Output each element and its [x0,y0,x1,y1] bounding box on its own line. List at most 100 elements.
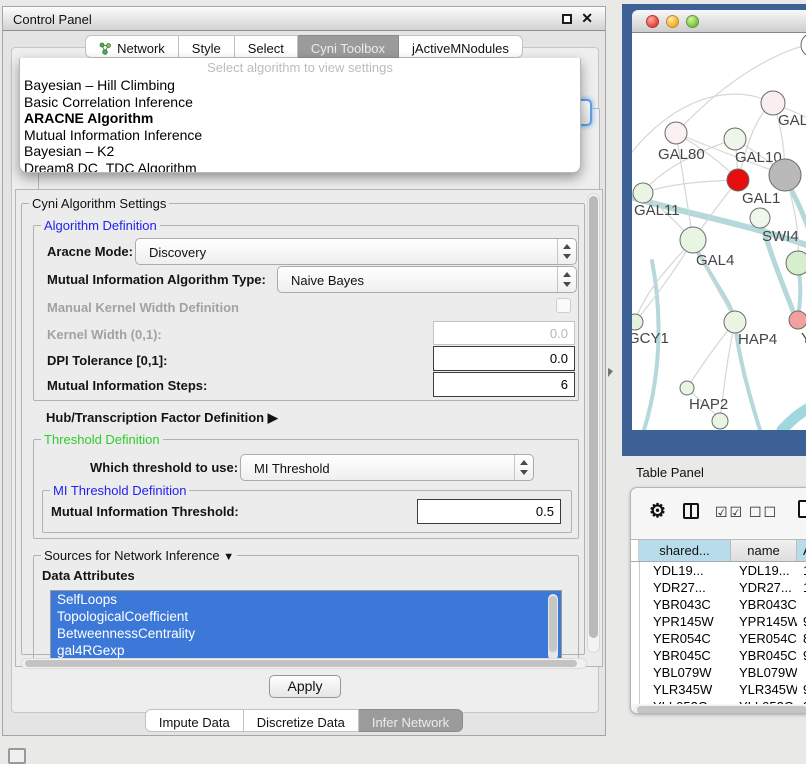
deselect-all-columns-icon[interactable]: ☐☐ [749,504,778,521]
network-node[interactable] [769,159,801,191]
kernel-width-field[interactable] [433,321,575,345]
column-header-name[interactable]: name [731,540,797,561]
attribute-list[interactable]: SelfLoopsTopologicalCoefficientBetweenne… [50,590,562,666]
network-node[interactable] [724,311,746,333]
aracne-mode-combo[interactable]: Discovery [135,238,577,265]
network-window-titlebar[interactable] [632,10,806,33]
close-panel-icon[interactable]: ✕ [581,10,593,27]
network-node[interactable] [680,381,694,395]
tab-infer-network[interactable]: Infer Network [359,709,463,732]
table-cell: YPR145W [639,613,731,630]
network-node[interactable] [724,128,746,150]
network-node[interactable] [665,122,687,144]
mi-type-combo[interactable]: Naive Bayes [277,266,577,293]
table-cell: YBR045C [731,647,797,664]
settings-vertical-scrollbar[interactable] [587,193,600,653]
mi-threshold-label: Mutual Information Threshold: [51,504,239,519]
table-row[interactable]: YLL052CYLL052C9. [631,698,806,704]
table-row[interactable]: YBR045CYBR045C9. [631,647,806,664]
gear-icon[interactable]: ⚙ [649,500,666,523]
tab-cyni-toolbox[interactable]: Cyni Toolbox [298,35,399,58]
network-node[interactable] [632,314,643,330]
new-table-icon[interactable] [798,500,806,518]
table-row[interactable]: YBR043CYBR043C [631,596,806,613]
dropdown-item[interactable]: Basic Correlation Inference [20,94,580,111]
table-cell [797,596,806,613]
network-node[interactable] [789,311,806,329]
network-node[interactable] [680,227,706,253]
tab-style[interactable]: Style [179,35,235,58]
tab-impute-data[interactable]: Impute Data [145,709,244,732]
scrollbar-thumb[interactable] [589,196,598,638]
column-header-shared-name[interactable]: shared... [639,540,731,561]
minimize-window-icon[interactable] [666,15,679,28]
network-node-label: GCY1 [632,330,669,347]
network-svg[interactable]: GALGAL80GAL10GAL1GAL11SWI4GAL4GCY1HAP4YH… [632,33,806,430]
network-node[interactable] [633,183,653,203]
dropdown-items: Bayesian – Hill ClimbingBasic Correlatio… [20,77,580,173]
table-cell [797,664,806,681]
table-row[interactable]: YBL079WYBL079W [631,664,806,681]
network-node-label: GAL4 [696,252,734,269]
mi-steps-field[interactable] [433,372,575,397]
network-window-frame: GALGAL80GAL10GAL1GAL11SWI4GAL4GCY1HAP4YH… [622,4,806,456]
network-node-label: GAL11 [634,202,680,219]
attribute-list-item[interactable]: SelfLoops [51,591,561,608]
network-node[interactable] [786,251,806,275]
network-node[interactable] [801,33,806,57]
apply-button[interactable]: Apply [269,675,341,698]
which-threshold-combo[interactable]: MI Threshold [240,454,534,481]
zoom-window-icon[interactable] [686,15,699,28]
column-header-partial[interactable]: A [797,540,806,561]
tab-discretize-data[interactable]: Discretize Data [244,709,359,732]
settings-horizontal-scrollbar[interactable] [21,658,587,669]
network-node[interactable] [727,169,749,191]
scrollbar-thumb[interactable] [637,706,806,714]
close-window-icon[interactable] [646,15,659,28]
mi-threshold-field[interactable] [417,499,561,524]
mi-threshold-group: MI Threshold Definition Mutual Informati… [42,490,572,533]
table-row[interactable]: YDL19...YDL19...13 [631,562,806,579]
network-node-label: Y [801,330,806,347]
threshold-definition-group: Threshold Definition Which threshold to … [33,439,579,539]
manual-kernel-checkbox[interactable] [556,298,571,313]
table-horizontal-scrollbar[interactable] [633,705,806,714]
tab-select[interactable]: Select [235,35,298,58]
mi-steps-label: Mutual Information Steps: [47,378,207,393]
network-node-label: HAP4 [738,331,777,348]
tab-network[interactable]: Network [85,35,179,58]
control-panel-titlebar: Control Panel ✕ [3,7,605,31]
tab-jactivemnodules[interactable]: jActiveMNodules [399,35,523,58]
attribute-list-item[interactable]: gal4RGexp [51,642,561,659]
control-panel-window: Control Panel ✕ Network Style Select Cyn… [2,6,606,736]
table-row[interactable]: YPR145WYPR145W9. [631,613,806,630]
dropdown-item[interactable]: Bayesian – Hill Climbing [20,77,580,94]
table-cell: YDR27... [639,579,731,596]
dropdown-item[interactable]: Dream8 DC_TDC Algorithm [20,160,580,174]
combo-arrows-icon [557,239,576,264]
scrollbar-thumb[interactable] [549,596,557,652]
table-cell: YBL079W [731,664,797,681]
table-cell: 9. [797,613,806,630]
dropdown-item[interactable]: Mutual Information Inference [20,127,580,144]
network-node[interactable] [750,208,770,228]
dropdown-item[interactable]: ARACNE Algorithm [20,110,580,127]
sources-group-title[interactable]: Sources for Network Inference ▼ [41,548,237,563]
network-node-label: GAL1 [742,190,780,207]
attribute-list-item[interactable]: TopologicalCoefficient [51,608,561,625]
attribute-list-item[interactable]: BetweennessCentrality [51,625,561,642]
attribute-list-scrollbar[interactable] [548,594,558,660]
network-view[interactable]: GALGAL80GAL10GAL1GAL11SWI4GAL4GCY1HAP4YH… [632,33,806,430]
hub-definition-toggle[interactable]: Hub/Transcription Factor Definition ▶ [46,410,278,426]
dropdown-item[interactable]: Bayesian – K2 [20,143,580,160]
select-all-columns-icon[interactable]: ☑☑ [715,504,744,521]
scrollbar-thumb[interactable] [25,660,577,667]
float-panel-icon[interactable] [562,14,572,24]
columns-icon[interactable] [683,503,699,519]
table-row[interactable]: YER054CYER054C8. [631,630,806,647]
mi-type-value: Naive Bayes [291,273,364,288]
dpi-tolerance-field[interactable] [433,346,575,371]
network-node[interactable] [712,413,728,429]
table-row[interactable]: YLR345WYLR345W9. [631,681,806,698]
table-row[interactable]: YDR27...YDR27...12 [631,579,806,596]
